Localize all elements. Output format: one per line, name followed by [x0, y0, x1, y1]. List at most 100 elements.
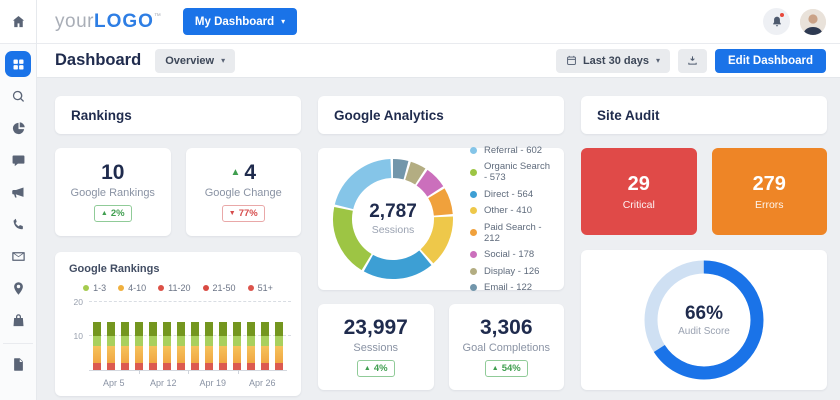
bar-segment-light-green: [121, 336, 129, 347]
bar-segment-red: [107, 363, 115, 370]
my-dashboard-button[interactable]: My Dashboard ▾: [182, 8, 298, 35]
bar-segment-red: [205, 363, 213, 370]
sidebar-item-search[interactable]: [5, 83, 31, 109]
x-axis-labels: Apr 5 Apr 12 Apr 19 Apr 26: [89, 378, 287, 388]
stat-value: 3,306: [479, 316, 533, 339]
sidebar-item-location-pin[interactable]: [5, 275, 31, 301]
legend-label: Email - 122: [484, 282, 533, 294]
bar-segment-light-green: [247, 336, 255, 347]
notifications-button[interactable]: [763, 8, 790, 35]
view-selector-dropdown[interactable]: Overview ▾: [155, 48, 236, 73]
bar-segment-light-green: [233, 336, 241, 347]
bar-segment-red: [177, 363, 185, 370]
legend-dot: [118, 285, 125, 291]
bar-segment-orange: [233, 346, 241, 364]
site-audit-header: Site Audit: [581, 96, 827, 134]
sidebar-nav: [0, 44, 36, 383]
bar-segment-light-green: [135, 336, 143, 347]
main-area: your LOGO ™ My Dashboard ▾ Dashboard Ove…: [37, 0, 840, 400]
my-dashboard-label: My Dashboard: [194, 15, 275, 28]
user-avatar[interactable]: [800, 8, 826, 35]
traffic-legend-item: Social - 178: [470, 249, 550, 260]
sidebar-item-dashboard-grid[interactable]: [5, 51, 31, 77]
notification-badge: [779, 12, 785, 18]
bar-segment-light-green: [261, 336, 269, 347]
sidebar-item-pie-chart[interactable]: [5, 115, 31, 141]
bar-segment-light-green: [107, 336, 115, 347]
bar-segment-dark-green: [177, 322, 185, 337]
traffic-legend-item: Other - 410: [470, 205, 550, 216]
sidebar-item-document[interactable]: [3, 343, 33, 377]
page-title: Dashboard: [55, 51, 142, 69]
traffic-donut-chart: 2,787 Sessions: [332, 158, 454, 280]
sidebar: [0, 0, 37, 400]
audit-tile-errors: 279 Errors: [711, 148, 827, 235]
bar-segment-dark-green: [233, 322, 241, 337]
stacked-bar: [205, 322, 213, 370]
x-axis-label: Apr 19: [199, 378, 227, 388]
date-range-button[interactable]: Last 30 days ▾: [555, 48, 671, 73]
bars: [93, 303, 283, 370]
logo[interactable]: your LOGO ™: [55, 11, 161, 33]
stat-value: 10: [101, 161, 125, 184]
traffic-legend-item: Referral - 602: [470, 145, 550, 156]
stacked-bar: [219, 322, 227, 370]
sessions-total: 2,787: [369, 201, 417, 223]
stat-value: ▲ 4: [230, 161, 257, 184]
sidebar-item-shopping-bag[interactable]: [5, 307, 31, 333]
analytics-title: Google Analytics: [334, 107, 444, 123]
stacked-bar: [261, 322, 269, 370]
chevron-down-icon: ▾: [656, 55, 661, 65]
stacked-bar: [93, 322, 101, 370]
google-rankings-chart-card: Google Rankings 1-3 4-10 11-20 21-50 51+ 10 2…: [55, 252, 301, 396]
legend-dot: [470, 168, 477, 176]
sidebar-item-megaphone[interactable]: [5, 179, 31, 205]
sidebar-item-home[interactable]: [0, 0, 36, 44]
gridline: 20: [74, 297, 291, 307]
stat-card: 3,306 Goal Completions ▲ 54%: [448, 304, 564, 390]
legend-label: Other - 410: [484, 205, 533, 217]
x-axis-label: Apr 5: [102, 378, 125, 388]
download-button[interactable]: [678, 48, 708, 73]
bar-segment-dark-green: [121, 322, 129, 337]
bar-segment-light-green: [205, 336, 213, 347]
bar-segment-light-green: [163, 336, 171, 347]
rankings-panel: Rankings 10 Google Rankings ▲ 2% ▲ 4 Google Ch…: [55, 96, 301, 396]
audit-score-ring: 66% Audit Score: [640, 256, 768, 384]
legend-dot: [202, 285, 209, 291]
y-tick-label: 10: [73, 331, 83, 341]
bar-segment-dark-green: [107, 322, 115, 337]
shopping-bag-icon: [13, 313, 23, 326]
bar-segment-orange: [93, 346, 101, 364]
trend-down-icon: ▼: [228, 210, 236, 217]
bar-segment-light-green: [149, 336, 157, 347]
x-axis-tick: [188, 370, 189, 374]
logo-trademark: ™: [153, 12, 161, 20]
sidebar-item-phone[interactable]: [5, 211, 31, 237]
chevron-down-icon: ▾: [221, 55, 226, 65]
legend-label: Organic Search - 573: [484, 161, 551, 184]
sidebar-item-mail[interactable]: [5, 243, 31, 269]
legend-label: Paid Search - 212: [484, 221, 542, 244]
bar-segment-orange: [247, 346, 255, 364]
legend-dot: [470, 284, 477, 292]
audit-score-label: Audit Score: [678, 326, 730, 337]
traffic-legend-item: Organic Search - 573: [470, 161, 550, 183]
legend-item: 4-10: [118, 283, 146, 293]
home-icon: [12, 16, 24, 28]
bar-segment-light-green: [219, 336, 227, 347]
bar-segment-red: [149, 363, 157, 370]
change-badge: ▲ 4%: [356, 360, 395, 377]
legend-label: Referral - 602: [484, 144, 543, 156]
bar-segment-orange: [205, 346, 213, 364]
bar-segment-orange: [163, 346, 171, 364]
trend-up-icon: ▲: [230, 166, 241, 178]
sidebar-item-chat-bubble[interactable]: [5, 147, 31, 173]
stat-label: Sessions: [353, 342, 399, 354]
bar-segment-dark-green: [135, 322, 143, 337]
chart-title: Google Rankings: [69, 263, 160, 275]
analytics-panel: Google Analytics 2,787 Sessions Referral…: [318, 96, 564, 390]
megaphone-icon: [11, 187, 23, 197]
edit-dashboard-button[interactable]: Edit Dashboard: [715, 48, 826, 73]
bar-segment-orange: [135, 346, 143, 364]
